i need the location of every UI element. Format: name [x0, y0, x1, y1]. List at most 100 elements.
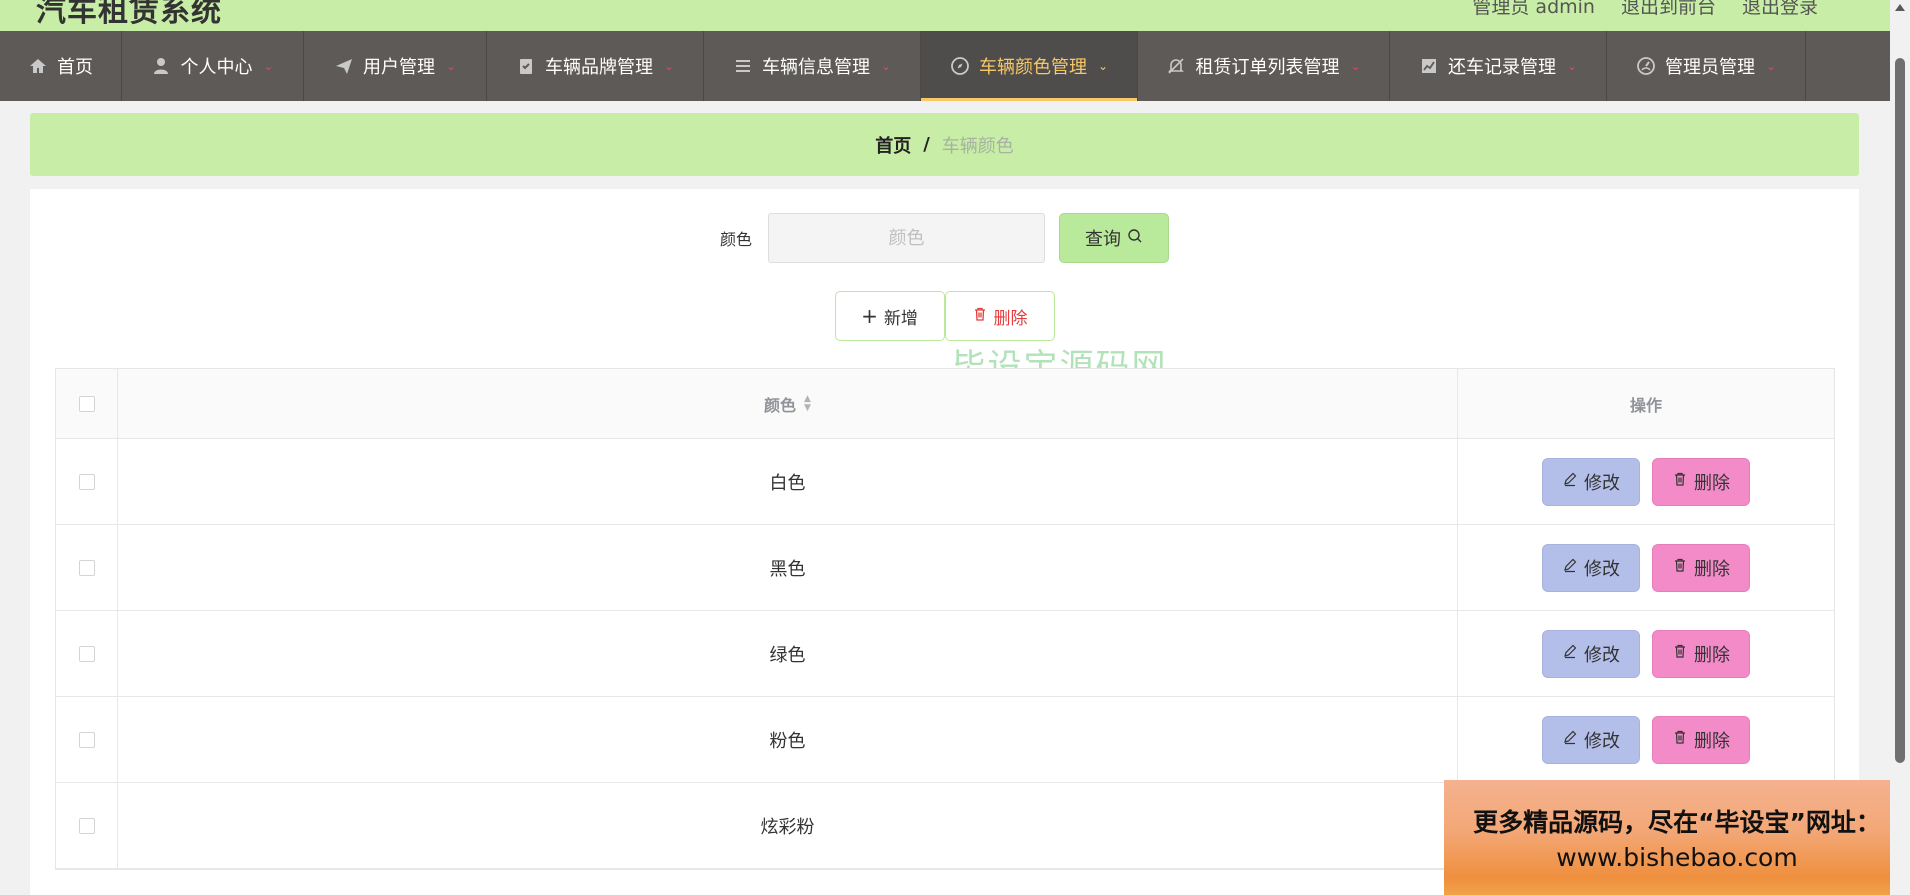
- breadcrumb-current: 车辆颜色: [941, 135, 1014, 157]
- action-bar: + 新增 删除: [30, 291, 1859, 341]
- scroll-up-arrow-icon[interactable]: [1895, 4, 1905, 11]
- select-all-checkbox[interactable]: [78, 395, 95, 412]
- row-checkbox[interactable]: [78, 731, 95, 748]
- nav-label: 车辆信息管理: [761, 57, 870, 78]
- edit-label: 修改: [1584, 644, 1620, 666]
- bell-off-icon: [1166, 56, 1186, 76]
- nav-label: 个人中心: [180, 57, 253, 78]
- promo-banner[interactable]: 更多精品源码，尽在“毕设宝”网址： www.bishebao.com: [1444, 780, 1910, 895]
- add-button-label: 新增: [883, 308, 918, 329]
- nav-label: 管理员管理: [1664, 57, 1755, 78]
- nav-label: 首页: [57, 57, 93, 78]
- color-column-header[interactable]: 颜色 ▲ ▼: [118, 369, 1458, 438]
- chevron-down-icon: ⌄: [1350, 59, 1361, 73]
- table-row: 黑色 修改 删除: [56, 525, 1834, 611]
- edit-icon: [1562, 729, 1578, 750]
- breadcrumb-home[interactable]: 首页: [875, 132, 911, 158]
- delete-label: 删除: [1694, 644, 1730, 666]
- nav-label: 用户管理: [362, 57, 435, 78]
- row-actions: 修改 删除: [1458, 697, 1834, 782]
- promo-line-2: www.bishebao.com: [1556, 843, 1798, 872]
- nav-label: 还车记录管理: [1447, 57, 1556, 78]
- chart-icon: [1419, 56, 1439, 76]
- current-user: 管理员 admin: [1472, 0, 1595, 18]
- color-search-input[interactable]: [768, 213, 1045, 263]
- delete-button-label: 删除: [993, 308, 1028, 329]
- row-delete-button[interactable]: 删除: [1652, 457, 1750, 506]
- nav-item-home[interactable]: 首页: [0, 31, 122, 101]
- nav-item-admin-management[interactable]: 管理员管理 ⌄: [1607, 31, 1806, 101]
- table-row: 粉色 修改 删除: [56, 697, 1834, 783]
- logout-link[interactable]: 退出登录: [1742, 0, 1818, 19]
- scrollbar-thumb[interactable]: [1895, 58, 1905, 763]
- row-delete-button[interactable]: 删除: [1652, 715, 1750, 764]
- user-area: 管理员 admin 退出到前台 退出登录: [1472, 0, 1818, 19]
- plus-icon: +: [861, 304, 878, 328]
- edit-button[interactable]: 修改: [1542, 629, 1640, 678]
- nav-label: 租赁订单列表管理: [1195, 57, 1340, 78]
- edit-icon: [1562, 471, 1578, 492]
- edit-button[interactable]: 修改: [1542, 543, 1640, 592]
- breadcrumb: 首页 / 车辆颜色: [30, 113, 1859, 176]
- page-scrollbar[interactable]: [1890, 0, 1910, 895]
- nav-item-rental-order-management[interactable]: 租赁订单列表管理 ⌄: [1138, 31, 1390, 101]
- trash-icon: [972, 306, 988, 327]
- promo-line-1: 更多精品源码，尽在“毕设宝”网址：: [1473, 808, 1881, 837]
- nav-item-personal-center[interactable]: 个人中心 ⌄: [122, 31, 304, 101]
- send-icon: [334, 56, 354, 76]
- row-delete-button[interactable]: 删除: [1652, 543, 1750, 592]
- nav-item-brand-management[interactable]: 车辆品牌管理 ⌄: [487, 31, 704, 101]
- trash-icon: [1672, 471, 1688, 492]
- add-button[interactable]: + 新增: [834, 291, 945, 341]
- chevron-down-icon: ⌄: [1097, 59, 1109, 73]
- row-checkbox[interactable]: [78, 473, 95, 490]
- gauge-icon: [1636, 56, 1656, 76]
- query-button[interactable]: 查询: [1059, 213, 1169, 263]
- nav-label: 车辆品牌管理: [544, 57, 653, 78]
- nav-item-user-management[interactable]: 用户管理 ⌄: [304, 31, 487, 101]
- delete-label: 删除: [1694, 730, 1730, 752]
- color-cell: 白色: [118, 439, 1458, 524]
- edit-icon: [1562, 557, 1578, 578]
- goto-front-link[interactable]: 退出到前台: [1621, 0, 1716, 19]
- clipboard-icon: [516, 56, 536, 76]
- color-header-label: 颜色: [764, 395, 797, 415]
- chevron-down-icon: ⌄: [263, 59, 274, 73]
- row-delete-button[interactable]: 删除: [1652, 629, 1750, 678]
- trash-icon: [1672, 557, 1688, 578]
- row-actions: 修改 删除: [1458, 439, 1834, 524]
- table-row: 绿色 修改 删除: [56, 611, 1834, 697]
- query-button-label: 查询: [1085, 229, 1121, 250]
- chevron-down-icon: ⌄: [663, 59, 675, 73]
- table-header: 颜色 ▲ ▼ 操作: [56, 369, 1834, 439]
- chevron-down-icon: ⌄: [1765, 59, 1777, 73]
- edit-button[interactable]: 修改: [1542, 457, 1640, 506]
- user-icon: [151, 56, 171, 76]
- delete-label: 删除: [1694, 558, 1730, 580]
- color-cell: 黑色: [118, 525, 1458, 610]
- chevron-down-icon: ⌄: [880, 59, 892, 73]
- row-checkbox[interactable]: [78, 817, 95, 834]
- nav-item-return-record-management[interactable]: 还车记录管理 ⌄: [1390, 31, 1607, 101]
- main-nav: 首页 个人中心 ⌄ 用户管理 ⌄ 车辆品牌管理 ⌄ 车辆信息管理 ⌄ 车辆颜色管…: [0, 31, 1890, 101]
- compass-icon: [950, 56, 970, 76]
- batch-delete-button[interactable]: 删除: [944, 291, 1055, 341]
- search-form: 颜色 查询: [30, 213, 1859, 263]
- sort-icon[interactable]: ▲ ▼: [804, 394, 811, 413]
- delete-label: 删除: [1694, 472, 1730, 494]
- edit-label: 修改: [1584, 472, 1620, 494]
- row-checkbox[interactable]: [78, 645, 95, 662]
- system-title: 汽车租赁系统: [36, 0, 222, 29]
- trash-icon: [1672, 729, 1688, 750]
- nav-label: 车辆颜色管理: [978, 57, 1087, 78]
- row-checkbox[interactable]: [78, 559, 95, 576]
- chevron-down-icon: ⌄: [1566, 59, 1578, 73]
- search-label: 颜色: [719, 230, 752, 249]
- select-all-cell: [56, 369, 118, 438]
- list-icon: [733, 56, 753, 76]
- nav-item-color-management[interactable]: 车辆颜色管理 ⌄: [921, 31, 1138, 101]
- edit-button[interactable]: 修改: [1542, 715, 1640, 764]
- nav-item-vehicle-info-management[interactable]: 车辆信息管理 ⌄: [704, 31, 921, 101]
- row-actions: 修改 删除: [1458, 525, 1834, 610]
- table-row: 白色 修改 删除: [56, 439, 1834, 525]
